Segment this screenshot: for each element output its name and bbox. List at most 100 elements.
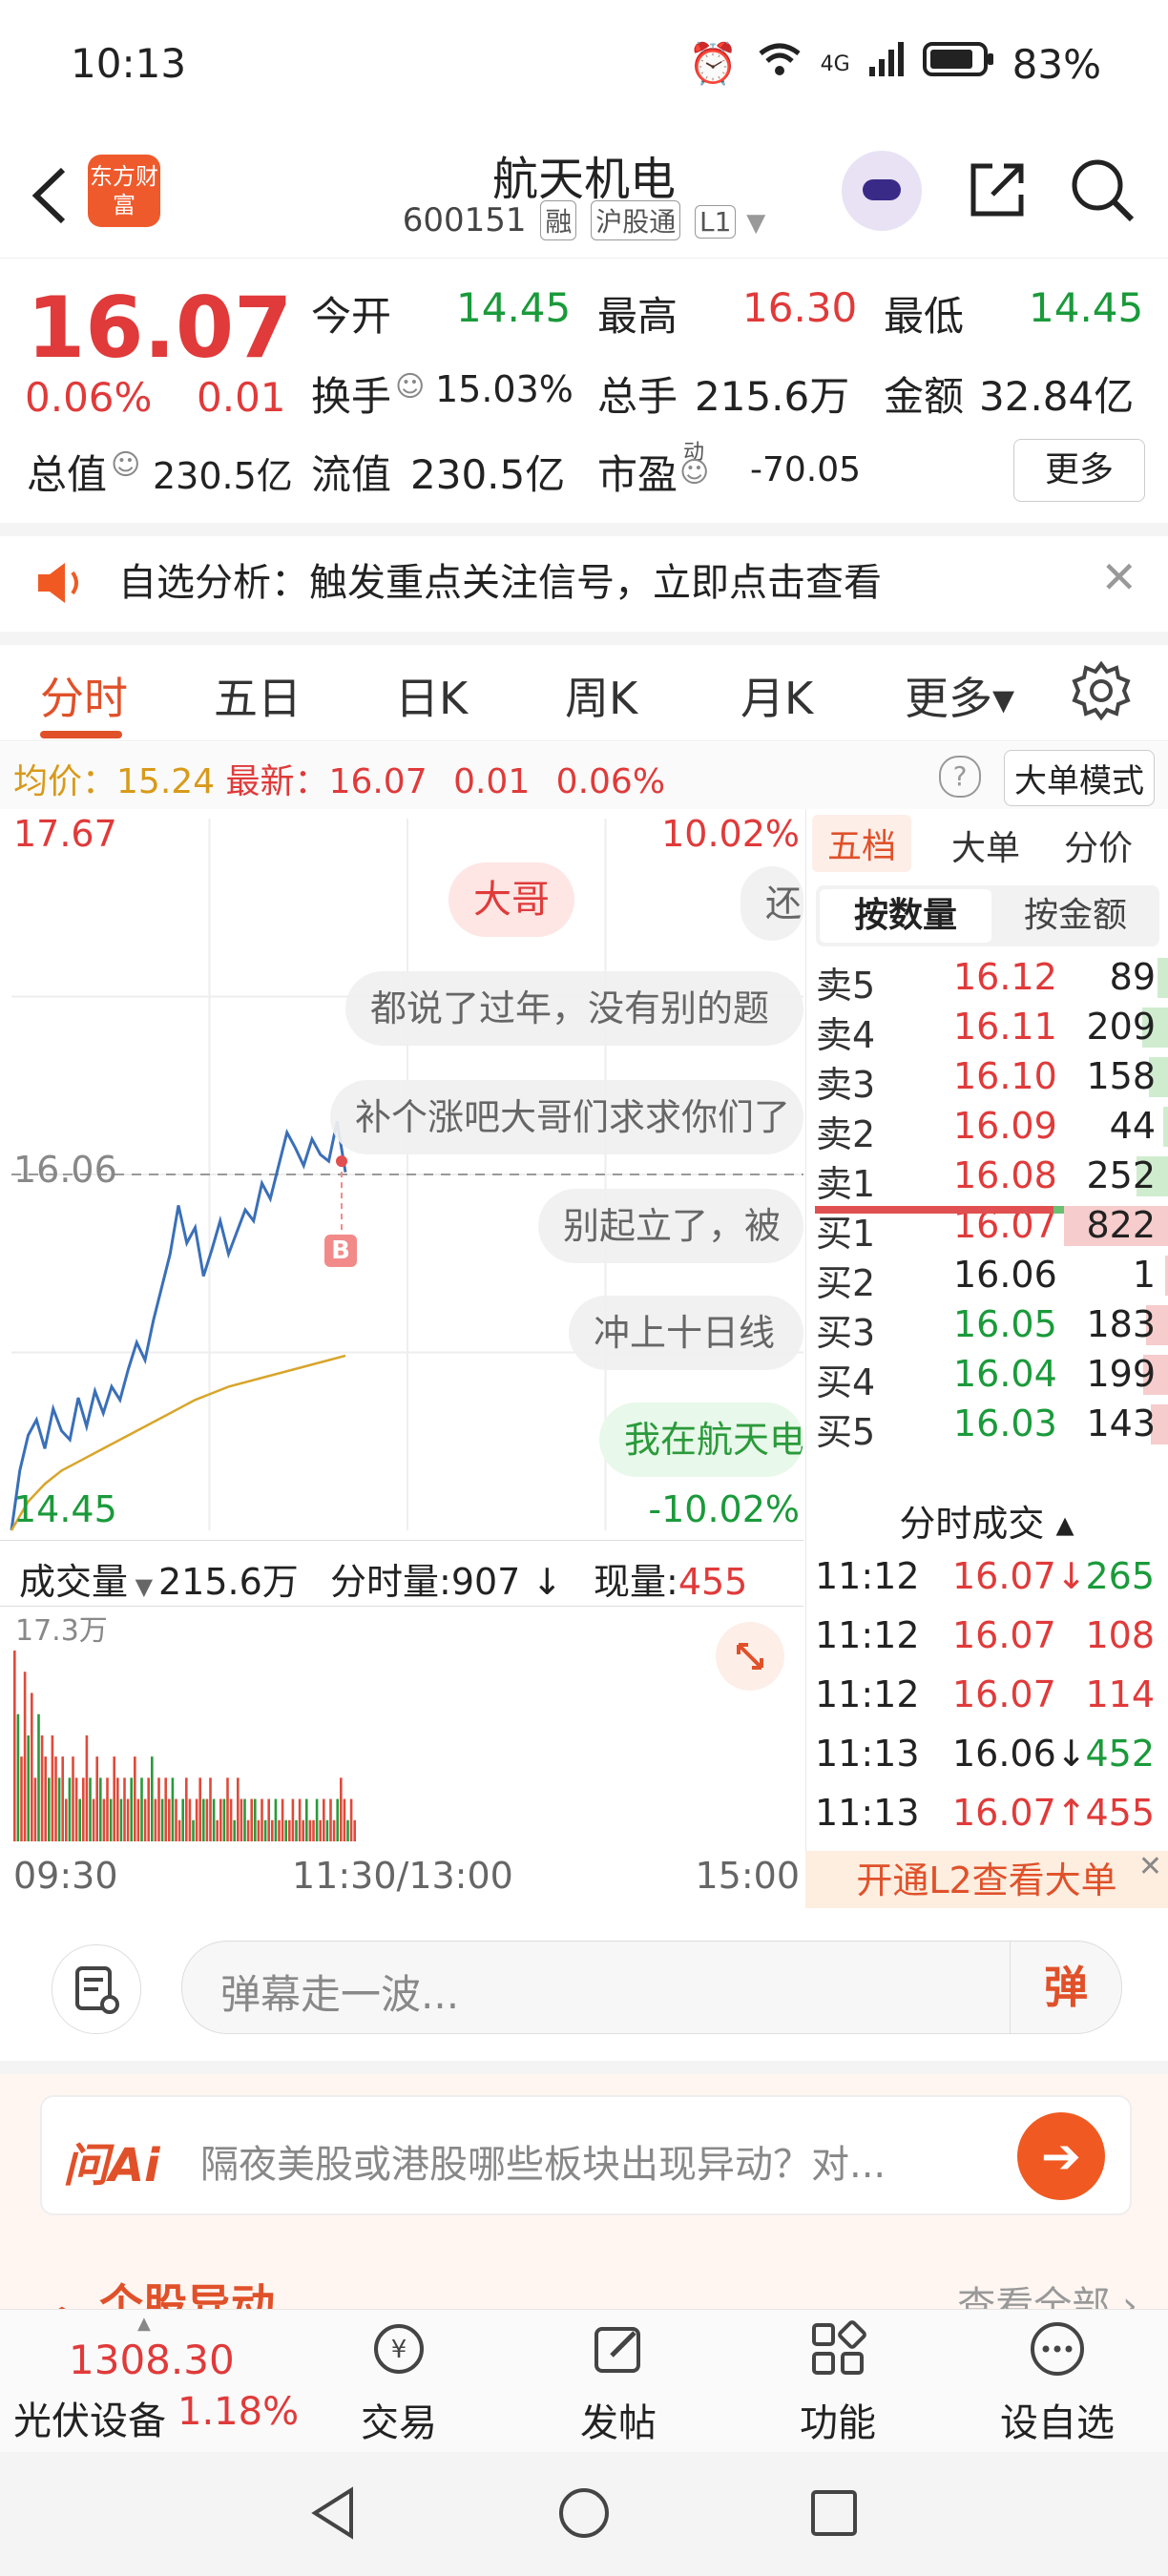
open-label: 今开: [311, 293, 392, 340]
expand-icon[interactable]: [716, 1622, 784, 1691]
tab-monthly-k[interactable]: 月K: [740, 664, 813, 727]
info-icon[interactable]: ☺: [111, 448, 140, 482]
l2-banner[interactable]: 开通L2查看大单 ✕: [805, 1850, 1168, 1910]
arrow-right-icon[interactable]: ➔: [1017, 2112, 1105, 2200]
nav-function[interactable]: 功能: [771, 2319, 905, 2447]
ask-level[interactable]: 卖2 16.09 44: [806, 1101, 1168, 1155]
level-volume: 822: [1086, 1204, 1156, 1246]
ai-question-input[interactable]: 问Ai 隔夜美股或港股哪些板块出现异动？对... ➔: [40, 2095, 1132, 2215]
big-order-mode-button[interactable]: 大单模式: [1004, 750, 1155, 806]
back-triangle-icon[interactable]: [307, 2484, 361, 2545]
volume-bar: [181, 1798, 184, 1841]
tab-intraday[interactable]: 分时: [40, 664, 128, 727]
more-button[interactable]: 更多: [1013, 439, 1145, 502]
danmu-bubble[interactable]: 冲上十日线: [569, 1296, 803, 1370]
volume-bar: [257, 1819, 261, 1841]
tab-five-level[interactable]: 五档: [812, 815, 912, 872]
trades-title[interactable]: 分时成交 ▴: [805, 1494, 1168, 1547]
wifi-icon: [756, 40, 803, 88]
intraday-chart[interactable]: 17.67 10.02% 14.45 -10.02% 16.06 B 大哥 还 …: [0, 809, 803, 1540]
open-value: 14.45: [456, 284, 572, 331]
analysis-notice[interactable]: 自选分析：触发重点关注信号，立即点击查看 ✕: [0, 536, 1168, 645]
by-quantity-button[interactable]: 按数量: [820, 889, 991, 943]
home-circle-icon[interactable]: [557, 2484, 611, 2545]
level-price: 16.09: [953, 1105, 1057, 1147]
close-icon[interactable]: ✕: [1138, 1838, 1162, 1897]
bid-level[interactable]: 买4 16.04 199: [806, 1349, 1168, 1403]
volume-bar: [240, 1798, 243, 1841]
bottom-nav: ▲ 1308.30 光伏设备 1.18% ¥ 交易 发帖 功能 设自选: [0, 2309, 1168, 2453]
level-volume: 143: [1086, 1402, 1156, 1444]
volume-bar: [143, 1798, 147, 1841]
bid-level[interactable]: 买2 16.06 1: [806, 1250, 1168, 1304]
level-price: 16.05: [953, 1303, 1057, 1345]
ref-price-label: 16.06: [13, 1149, 117, 1191]
level-price: 16.04: [953, 1353, 1057, 1395]
danmu-bubble[interactable]: 还: [740, 866, 803, 941]
tab-daily-k[interactable]: 日K: [395, 664, 468, 727]
tab-price-dist[interactable]: 分价: [1064, 821, 1133, 870]
ask-level[interactable]: 卖5 16.12 89: [806, 952, 1168, 1007]
send-danmu-button[interactable]: 弹: [1010, 1942, 1121, 2033]
nav-trade[interactable]: ¥ 交易: [332, 2319, 466, 2447]
tab-weekly-k[interactable]: 周K: [565, 664, 637, 727]
info-icon[interactable]: ☺: [679, 456, 709, 489]
danmu-settings-icon[interactable]: [52, 1944, 141, 2034]
danmu-bubble[interactable]: 别起立了，被: [538, 1189, 803, 1263]
trade-time: 11:12: [815, 1555, 920, 1597]
chevron-down-icon[interactable]: ▼: [746, 209, 765, 238]
level-price: 16.06: [953, 1254, 1057, 1296]
ask-level[interactable]: 卖4 16.11 209: [806, 1002, 1168, 1056]
tag-level: L1: [695, 205, 737, 239]
nav-post[interactable]: 发帖: [552, 2319, 685, 2447]
info-icon[interactable]: ☺: [395, 370, 425, 404]
tab-big-order[interactable]: 大单: [951, 821, 1020, 870]
volume-bar: [298, 1798, 302, 1841]
notice-text: 自选分析：触发重点关注信号，立即点击查看: [118, 561, 882, 605]
active-tab-indicator: [40, 731, 122, 738]
level-volume: 158: [1086, 1055, 1156, 1097]
by-amount-button[interactable]: 按金额: [991, 889, 1159, 943]
volume-bar: [44, 1756, 47, 1841]
tag-connect: 沪股通: [591, 200, 681, 240]
volume-bar: [134, 1756, 136, 1841]
nav-trade-label: 交易: [361, 2401, 437, 2445]
tab-five-day[interactable]: 五日: [214, 664, 302, 727]
danmu-bubble[interactable]: 都说了过年，没有别的题: [345, 971, 803, 1046]
bid-level[interactable]: 买5 16.03 143: [806, 1399, 1168, 1453]
volume-bar: [254, 1798, 257, 1841]
volume-bars: [13, 1651, 356, 1841]
nav-add-watchlist[interactable]: 设自选: [991, 2319, 1124, 2447]
volume-bar: [212, 1798, 216, 1841]
danmu-bubble[interactable]: 我在航天电: [599, 1402, 803, 1477]
quote-panel: 16.07 0.06% 0.01 今开 14.45 最高 16.30 最低 14…: [0, 260, 1168, 536]
volume-bar: [31, 1693, 33, 1841]
trade-volume: 452: [1085, 1733, 1155, 1775]
ask-level[interactable]: 卖3 16.10 158: [806, 1051, 1168, 1106]
recents-square-icon[interactable]: [807, 2486, 861, 2544]
volume-bar: [164, 1777, 167, 1841]
trade-price: 16.07: [952, 1614, 1056, 1656]
index-ticker[interactable]: ▲ 1308.30 光伏设备 1.18%: [0, 2310, 299, 2453]
volume-bar: [106, 1777, 109, 1841]
danmu-bubble[interactable]: 补个涨吧大哥们求求你们了: [330, 1080, 803, 1154]
share-icon[interactable]: [964, 156, 1031, 223]
ask-level[interactable]: 卖1 16.08 252: [806, 1151, 1168, 1205]
amount-label: 金额: [884, 373, 965, 420]
search-icon[interactable]: [1069, 156, 1136, 223]
pe-value: -70.05: [750, 450, 862, 489]
volume-dropdown[interactable]: 成交量 ▼: [19, 1552, 153, 1605]
buy-marker[interactable]: B: [324, 1235, 357, 1267]
help-icon[interactable]: ?: [939, 756, 981, 798]
gear-icon[interactable]: [1071, 660, 1132, 725]
close-icon[interactable]: ✕: [1100, 551, 1137, 603]
tab-more[interactable]: 更多▾: [905, 664, 1014, 727]
danmu-bubble[interactable]: 大哥: [448, 862, 574, 937]
volume-bar: [113, 1756, 115, 1841]
danmu-input[interactable]: 弹幕走一波... 弹: [181, 1941, 1122, 2034]
volume-bar: [202, 1798, 205, 1841]
ai-robot-icon[interactable]: [842, 151, 922, 231]
level-price: 16.08: [953, 1154, 1057, 1196]
bid-level[interactable]: 买3 16.05 183: [806, 1299, 1168, 1354]
level-label: 卖2: [816, 1113, 876, 1155]
